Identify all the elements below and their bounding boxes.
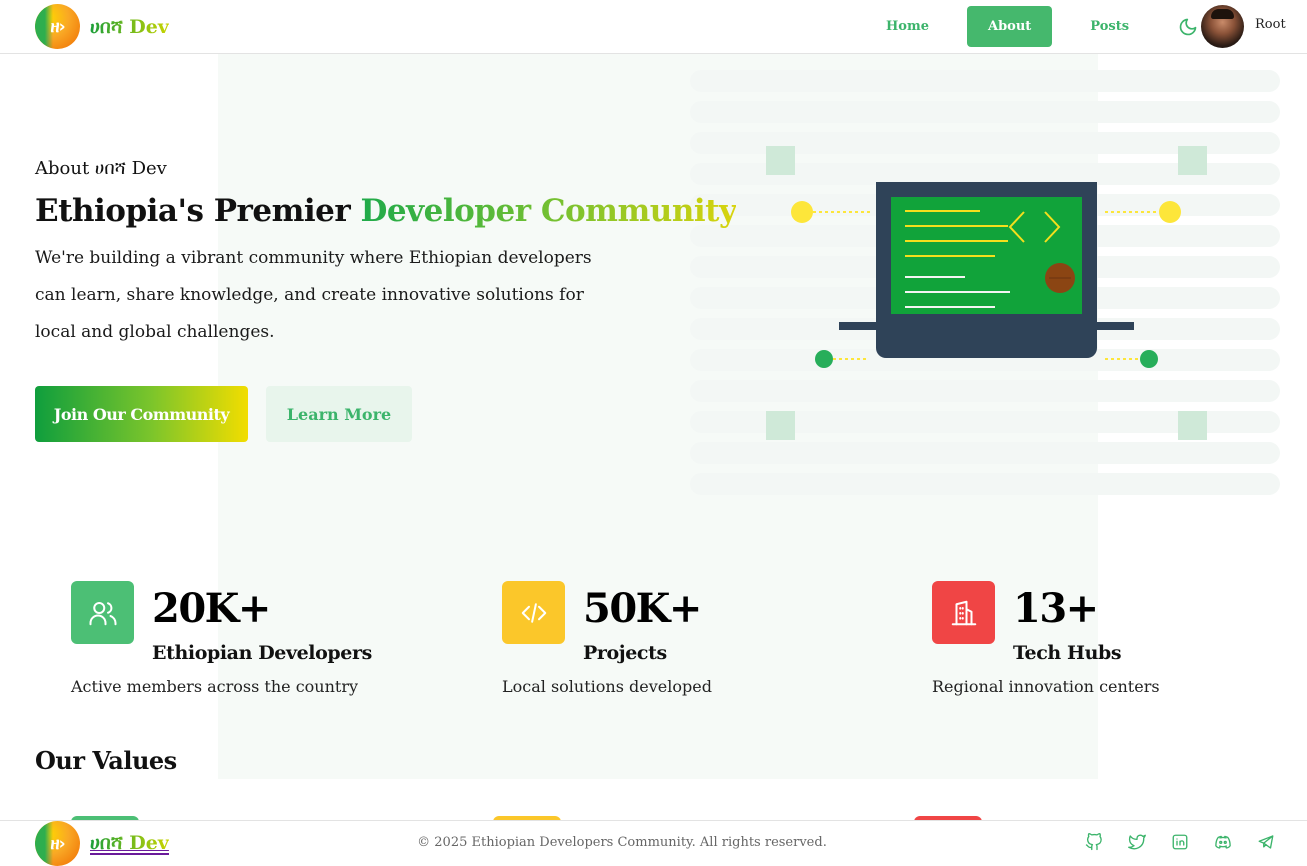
nav-about[interactable]: About	[966, 6, 1053, 47]
avatar[interactable]	[1201, 5, 1244, 48]
twitter-icon[interactable]	[1127, 832, 1147, 852]
stat-description: Regional innovation centers	[932, 677, 1160, 696]
users-icon	[71, 581, 134, 644]
logo-icon: ዘ›	[35, 4, 80, 49]
main-nav: Home About Posts	[868, 6, 1199, 47]
telegram-icon[interactable]	[1256, 832, 1276, 852]
stat-value: 20K+	[152, 585, 271, 632]
stat-label: Tech Hubs	[1013, 642, 1122, 664]
values-heading: Our Values	[35, 746, 177, 775]
brand-link[interactable]: ዘ› ሀበሻ Dev	[35, 4, 169, 49]
brand-name: ሀበሻ Dev	[90, 15, 169, 38]
nav-home[interactable]: Home	[868, 6, 947, 47]
top-navbar: ዘ› ሀበሻ Dev Home About Posts Root	[0, 0, 1307, 54]
user-name[interactable]: Root	[1255, 17, 1286, 32]
learn-more-button[interactable]: Learn More	[266, 386, 412, 442]
moon-icon[interactable]	[1177, 16, 1199, 38]
social-links	[1084, 832, 1276, 852]
code-icon	[502, 581, 565, 644]
page-title: Ethiopia's Premier Developer Community	[35, 193, 737, 229]
laptop-illustration	[766, 146, 1207, 440]
nav-posts[interactable]: Posts	[1072, 6, 1147, 47]
stat-value: 13+	[1013, 585, 1099, 632]
join-community-button[interactable]: Join Our Community	[35, 386, 248, 442]
stat-value: 50K+	[583, 585, 702, 632]
linkedin-icon[interactable]	[1170, 832, 1190, 852]
footer: ዘ› ሀበሻ Dev © 2025 Ethiopian Developers C…	[0, 820, 1307, 866]
hero-description: We're building a vibrant community where…	[35, 248, 592, 342]
stat-description: Local solutions developed	[502, 677, 712, 696]
stat-label: Projects	[583, 642, 667, 664]
stat-description: Active members across the country	[71, 677, 359, 696]
stat-label: Ethiopian Developers	[152, 642, 372, 664]
building-icon	[932, 581, 995, 644]
github-icon[interactable]	[1084, 832, 1104, 852]
discord-icon[interactable]	[1213, 832, 1233, 852]
about-kicker: About ሀበሻ Dev	[35, 158, 167, 179]
copyright: © 2025 Ethiopian Developers Community. A…	[417, 835, 827, 850]
